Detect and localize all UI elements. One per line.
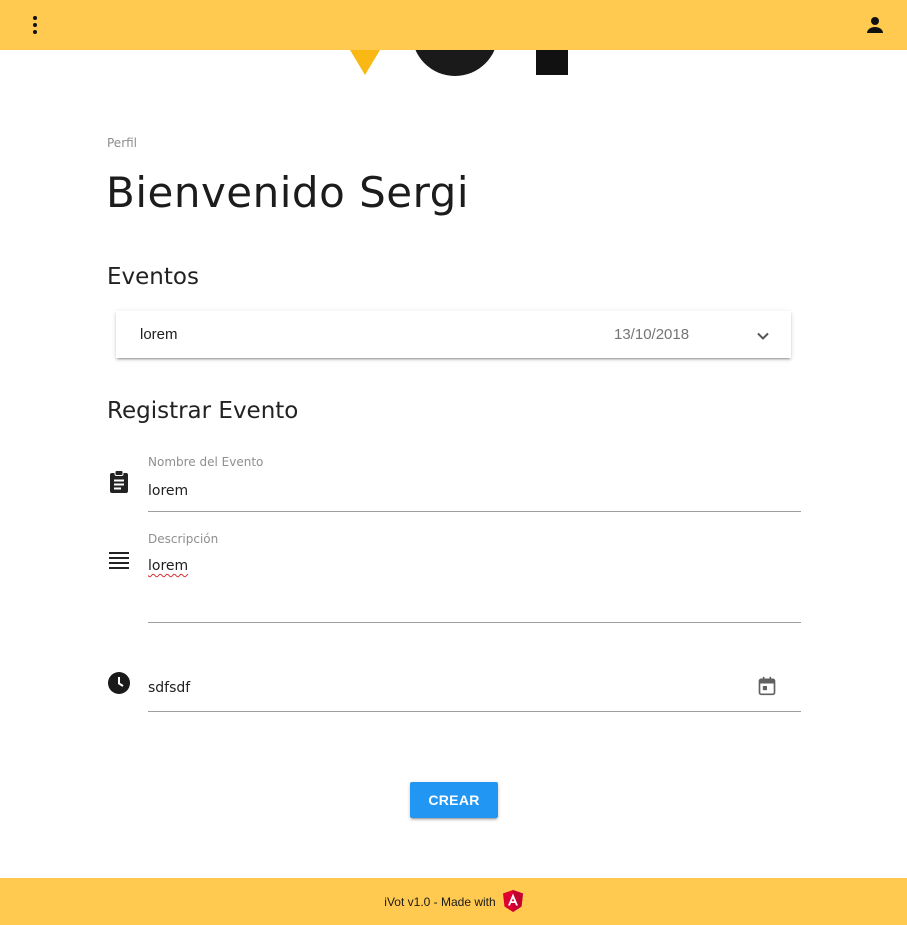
chevron-down-icon[interactable]	[755, 328, 771, 344]
footer-text: iVot v1.0 - Made with	[384, 894, 496, 909]
create-button[interactable]: CREAR	[410, 782, 498, 818]
breadcrumb: Perfil	[107, 136, 138, 150]
description-label: Descripción	[148, 532, 219, 546]
angular-logo-icon	[502, 889, 523, 912]
description-textarea[interactable]: lorem	[148, 558, 801, 614]
event-date-underline	[148, 711, 801, 712]
event-name-input[interactable]	[148, 481, 801, 501]
event-name: lorem	[140, 326, 178, 343]
more-vert-icon[interactable]	[23, 13, 47, 37]
description-underline	[148, 622, 801, 623]
account-icon[interactable]	[863, 13, 887, 37]
footer: iVot v1.0 - Made with	[0, 878, 907, 925]
event-name-label: Nombre del Evento	[148, 455, 264, 469]
top-toolbar	[0, 0, 907, 50]
notes-icon	[109, 552, 129, 569]
assignment-icon	[110, 470, 128, 493]
event-date: 13/10/2018	[614, 326, 690, 343]
event-name-underline	[148, 511, 801, 512]
clock-icon	[108, 672, 130, 694]
calendar-icon[interactable]	[756, 675, 778, 697]
event-date-input[interactable]	[148, 678, 748, 698]
page-title: Bienvenido Sergi	[106, 168, 469, 217]
description-value: lorem	[148, 558, 189, 574]
register-heading: Registrar Evento	[107, 398, 299, 424]
event-expansion-panel[interactable]: lorem 13/10/2018	[116, 311, 791, 358]
events-heading: Eventos	[107, 264, 199, 290]
